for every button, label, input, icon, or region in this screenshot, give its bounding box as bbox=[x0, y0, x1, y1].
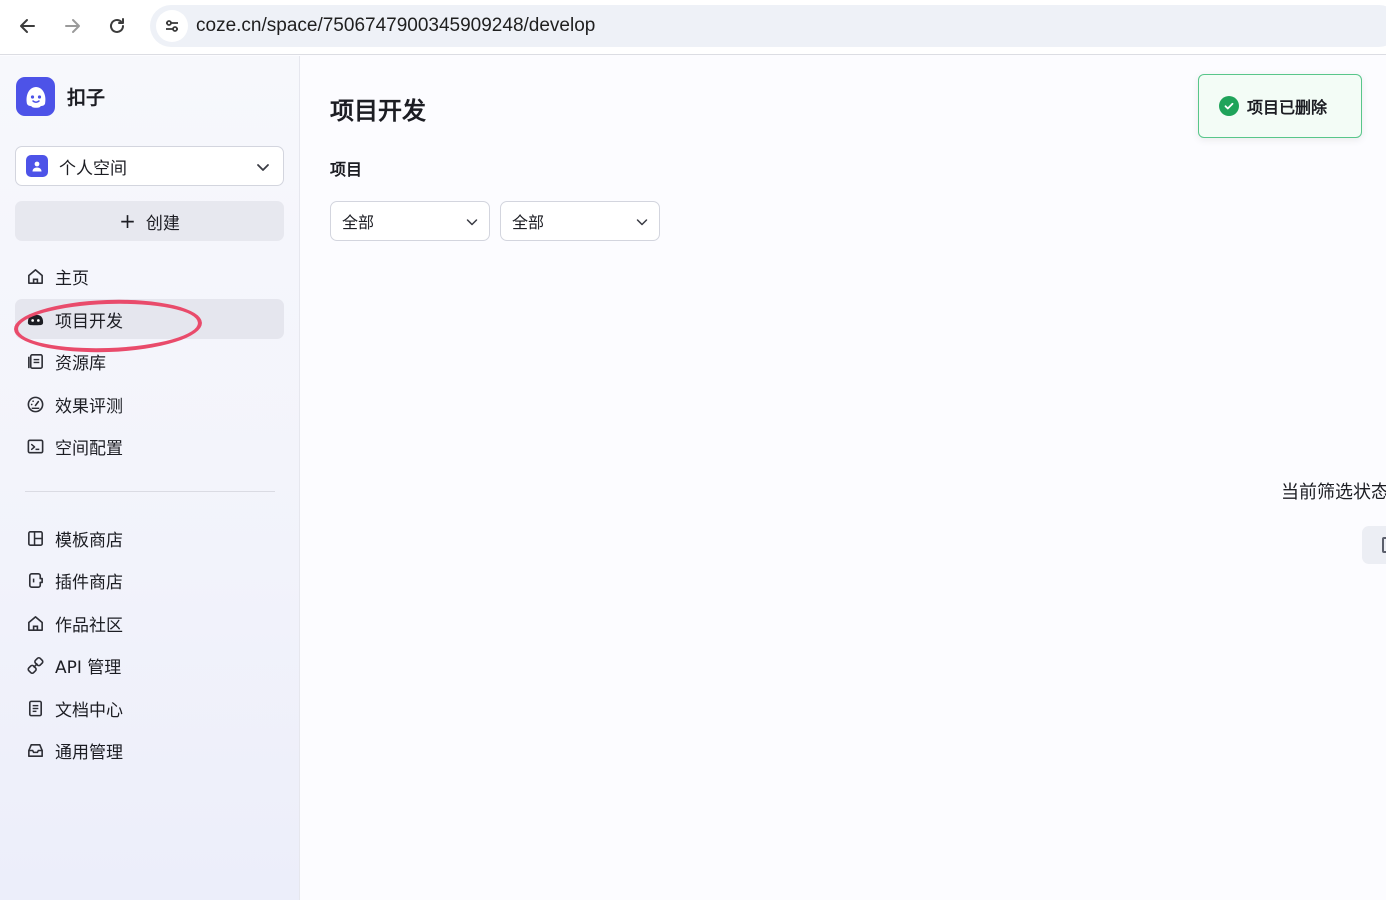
reload-button[interactable] bbox=[101, 10, 133, 42]
filter-value: 全部 bbox=[512, 213, 545, 232]
section-label: 项目 bbox=[330, 160, 363, 179]
sidebar-item-project-dev[interactable]: 项目开发 bbox=[15, 299, 284, 339]
chevron-down-icon bbox=[466, 219, 478, 226]
sidebar-item-label: 模板商店 bbox=[55, 530, 123, 551]
toast-message: 项目已删除 bbox=[1247, 98, 1328, 117]
plus-icon: + bbox=[119, 209, 136, 233]
sidebar-item-label: API 管理 bbox=[55, 657, 122, 678]
home-icon bbox=[25, 266, 45, 286]
empty-state-text: 当前筛选状态 bbox=[1281, 482, 1386, 503]
sidebar-item-label: 主页 bbox=[55, 268, 89, 289]
sidebar-item-api-management[interactable]: API 管理 bbox=[15, 645, 284, 685]
arrow-right-icon bbox=[65, 19, 80, 33]
app-name: 扣子 bbox=[67, 87, 106, 109]
chevron-down-icon bbox=[636, 219, 648, 226]
template-icon bbox=[25, 528, 45, 548]
sidebar-item-evaluation[interactable]: 效果评测 bbox=[15, 384, 284, 424]
page-title: 项目开发 bbox=[330, 97, 426, 125]
sidebar-item-library[interactable]: 资源库 bbox=[15, 341, 284, 381]
sidebar-item-community[interactable]: 作品社区 bbox=[15, 603, 284, 643]
document-icon bbox=[1382, 537, 1386, 553]
space-name: 个人空间 bbox=[59, 158, 127, 179]
filter-value: 全部 bbox=[342, 213, 375, 232]
site-info-button[interactable] bbox=[156, 10, 188, 42]
check-circle-icon bbox=[1219, 96, 1239, 116]
brand[interactable]: 扣子 bbox=[16, 77, 105, 116]
library-icon bbox=[25, 351, 45, 371]
sidebar-item-label: 文档中心 bbox=[55, 700, 123, 721]
link-icon bbox=[25, 655, 45, 675]
create-button-label: 创建 bbox=[145, 213, 180, 234]
sidebar-item-label: 项目开发 bbox=[55, 311, 123, 332]
forward-button[interactable] bbox=[56, 10, 88, 42]
arrow-left-icon bbox=[20, 19, 35, 33]
chevron-down-icon bbox=[257, 164, 269, 171]
address-bar[interactable]: coze.cn/space/7506747900345909248/develo… bbox=[150, 5, 1386, 47]
sidebar-item-general-management[interactable]: 通用管理 bbox=[15, 730, 284, 770]
inbox-icon bbox=[25, 740, 45, 760]
sidebar-item-space-config[interactable]: 空间配置 bbox=[15, 426, 284, 466]
sidebar-item-plugin-store[interactable]: 插件商店 bbox=[15, 560, 284, 600]
create-button[interactable]: + 创建 bbox=[15, 201, 284, 241]
reload-icon bbox=[110, 18, 124, 33]
sidebar-item-label: 作品社区 bbox=[55, 615, 123, 636]
sidebar-item-label: 资源库 bbox=[55, 353, 106, 374]
sidebar-item-label: 插件商店 bbox=[55, 572, 123, 593]
user-icon bbox=[26, 155, 48, 177]
url-text[interactable]: coze.cn/space/7506747900345909248/develo… bbox=[196, 15, 595, 37]
sidebar-item-docs[interactable]: 文档中心 bbox=[15, 688, 284, 728]
project-dev-icon bbox=[25, 309, 45, 329]
gauge-icon bbox=[25, 394, 45, 414]
sidebar: 扣子 个人空间 + 创建 主页 项目开发 资源库 效果评测 空间配置 模板商店 … bbox=[0, 56, 300, 900]
empty-state-button[interactable] bbox=[1362, 526, 1386, 564]
type-filter-select[interactable]: 全部 bbox=[330, 201, 490, 241]
status-filter-select[interactable]: 全部 bbox=[500, 201, 660, 241]
tune-icon bbox=[166, 20, 178, 32]
sidebar-item-label: 通用管理 bbox=[55, 742, 123, 763]
sidebar-item-label: 空间配置 bbox=[55, 438, 123, 459]
terminal-icon bbox=[25, 436, 45, 456]
plugin-icon bbox=[25, 570, 45, 590]
coze-logo-icon bbox=[16, 77, 55, 116]
sidebar-item-template-store[interactable]: 模板商店 bbox=[15, 518, 284, 558]
toast-notification: 项目已删除 bbox=[1198, 74, 1362, 138]
main-content: 项目开发 项目 全部 全部 当前筛选状态 bbox=[301, 56, 1386, 900]
sidebar-item-home[interactable]: 主页 bbox=[15, 256, 284, 296]
space-selector[interactable]: 个人空间 bbox=[15, 146, 284, 186]
sidebar-divider bbox=[25, 491, 275, 492]
community-icon bbox=[25, 613, 45, 633]
browser-toolbar: coze.cn/space/7506747900345909248/develo… bbox=[0, 0, 1386, 55]
back-button[interactable] bbox=[12, 10, 44, 42]
document-icon bbox=[25, 698, 45, 718]
sidebar-item-label: 效果评测 bbox=[55, 396, 123, 417]
